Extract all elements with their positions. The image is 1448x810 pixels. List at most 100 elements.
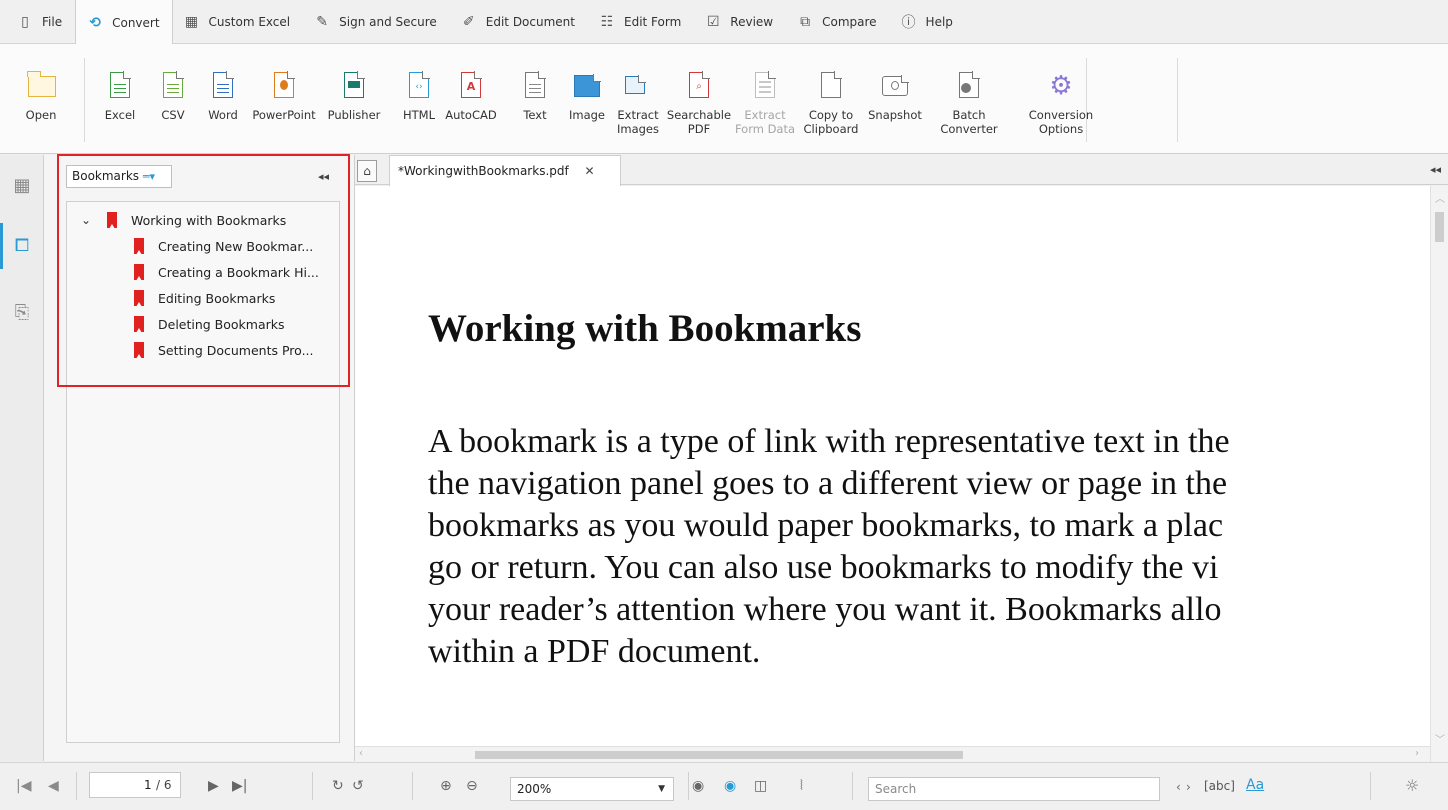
collapse-panel-icon[interactable]: ◂◂ xyxy=(318,170,329,183)
scrollbar-thumb[interactable] xyxy=(475,751,963,759)
autocad-icon: A xyxy=(458,71,484,100)
paragraph-line: the navigation panel goes to a different… xyxy=(428,465,1228,502)
extract-images-button[interactable]: Extract Images xyxy=(617,44,659,154)
menu-tab-label: Compare xyxy=(822,14,877,29)
bookmark-item[interactable]: Creating New Bookmar... xyxy=(134,235,313,257)
status-separator xyxy=(76,772,77,800)
thumbnails-icon[interactable]: ▦ xyxy=(10,173,34,199)
scroll-left-icon[interactable]: ‹ xyxy=(359,748,363,759)
previous-page-icon[interactable]: ◀ xyxy=(48,778,59,794)
panel-title: Bookmarks xyxy=(72,169,140,183)
rotate-counterclockwise-icon[interactable]: ↺ xyxy=(352,778,364,794)
autocad-button[interactable]: A AutoCAD xyxy=(445,44,497,154)
collapse-right-icon[interactable]: ◂◂ xyxy=(1430,163,1441,176)
bookmark-label: Setting Documents Pro... xyxy=(158,342,314,358)
html-button[interactable]: ‹› HTML xyxy=(403,44,435,154)
first-page-icon[interactable]: |◀ xyxy=(16,778,31,794)
grid-icon: ▦ xyxy=(184,13,199,30)
html-icon: ‹› xyxy=(406,71,432,100)
bookmark-item[interactable]: Creating a Bookmark Hi... xyxy=(134,261,319,283)
vertical-scrollbar[interactable]: ︿ ﹀ xyxy=(1430,186,1448,762)
bookmark-label: Working with Bookmarks xyxy=(131,212,287,228)
search-previous-icon[interactable]: ‹ xyxy=(1176,780,1181,794)
scroll-right-icon[interactable]: › xyxy=(1415,748,1419,759)
menu-tab-sign-secure[interactable]: ✎ Sign and Secure xyxy=(303,0,450,43)
zoom-out-icon[interactable]: ⊖ xyxy=(466,778,478,794)
searchable-pdf-button[interactable]: ⌕ Searchable PDF xyxy=(667,44,731,154)
menu-tab-convert[interactable]: ⟲ Convert xyxy=(75,0,173,45)
menu-tab-help[interactable]: ⓘ Help xyxy=(890,0,966,43)
search-input[interactable]: Search xyxy=(868,777,1160,801)
whole-word-icon[interactable]: [abc] xyxy=(1204,779,1235,793)
menu-tab-compare[interactable]: ⧉ Compare xyxy=(786,0,889,43)
menu-tab-edit-form[interactable]: ☷ Edit Form xyxy=(588,0,694,43)
csv-button[interactable]: CSV xyxy=(160,44,186,154)
image-button[interactable]: Image xyxy=(569,44,605,154)
rotate-clockwise-icon[interactable]: ↻ xyxy=(332,778,344,794)
page-number-field[interactable]: 1 / 6 xyxy=(89,772,181,798)
chevron-down-icon[interactable]: ⌄ xyxy=(81,213,93,227)
pen-icon: ✎ xyxy=(316,13,328,30)
paragraph-line: your reader’s attention where you want i… xyxy=(428,591,1222,628)
scrollbar-thumb[interactable] xyxy=(1435,212,1444,242)
conversion-options-button[interactable]: ⚙ Conversion Options xyxy=(1029,44,1093,154)
ribbon-separator xyxy=(1177,58,1178,142)
brightness-icon[interactable]: ☼ xyxy=(1405,776,1419,795)
word-button[interactable]: Word xyxy=(208,44,238,154)
extract-form-data-icon xyxy=(752,71,778,100)
copy-to-clipboard-button[interactable]: Copy to Clipboard xyxy=(804,44,858,154)
open-button[interactable]: Open xyxy=(26,44,56,154)
bookmark-item[interactable]: Editing Bookmarks xyxy=(134,287,275,309)
status-separator xyxy=(412,772,413,800)
powerpoint-button[interactable]: PowerPoint xyxy=(252,44,316,154)
bookmark-item[interactable]: Deleting Bookmarks xyxy=(134,313,285,335)
status-separator xyxy=(688,772,689,800)
horizontal-scrollbar[interactable]: ‹ › xyxy=(355,746,1430,762)
attachments-icon[interactable]: ⎘ xyxy=(10,300,34,326)
clipboard-icon xyxy=(818,71,844,100)
folder-icon xyxy=(27,71,56,100)
paragraph-line: A bookmark is a type of link with repres… xyxy=(428,423,1230,460)
zoom-select[interactable]: 200% ▼ xyxy=(510,777,674,801)
menu-tab-edit-document[interactable]: ✐ Edit Document xyxy=(450,0,588,43)
excel-icon xyxy=(107,71,133,100)
document-view[interactable]: Working with Bookmarks A bookmark is a t… xyxy=(355,186,1430,746)
close-icon[interactable]: ✕ xyxy=(585,164,595,178)
bookmark-icon xyxy=(134,290,144,307)
image-icon xyxy=(574,72,601,100)
bookmark-panel-icon[interactable]: ⧠ xyxy=(10,233,34,259)
excel-button[interactable]: Excel xyxy=(105,44,135,154)
bookmark-item-root[interactable]: ⌄ Working with Bookmarks xyxy=(81,209,286,231)
zoom-in-icon[interactable]: ⊕ xyxy=(440,778,452,794)
help-icon: ⓘ xyxy=(901,14,916,31)
text-button[interactable]: Text xyxy=(522,44,548,154)
bookmark-icon xyxy=(134,316,144,333)
match-case-icon[interactable]: Aa xyxy=(1246,777,1264,793)
menu-tab-review[interactable]: ☑ Review xyxy=(694,0,786,43)
document-tab[interactable]: *WorkingwithBookmarks.pdf ✕ xyxy=(389,155,621,186)
search-next-icon[interactable]: › xyxy=(1186,780,1191,794)
next-page-icon[interactable]: ▶ xyxy=(208,778,219,794)
bookmark-item[interactable]: Setting Documents Pro... xyxy=(134,339,314,361)
snapshot-button[interactable]: Snapshot xyxy=(868,44,922,154)
camera-icon xyxy=(882,72,909,100)
batch-converter-button[interactable]: Batch Converter xyxy=(940,44,998,154)
publisher-button[interactable]: Publisher xyxy=(328,44,380,154)
scroll-up-icon[interactable]: ︿ xyxy=(1435,190,1445,205)
home-icon[interactable]: ⌂ xyxy=(357,160,377,182)
view-mode-icon[interactable]: ◉ xyxy=(692,778,704,794)
last-page-icon[interactable]: ▶| xyxy=(232,778,247,794)
chevron-down-icon: ▼ xyxy=(658,784,665,794)
view-continuous-icon[interactable]: ◫ xyxy=(754,778,767,794)
status-separator xyxy=(852,772,853,800)
menu-tab-custom-excel[interactable]: ▦ Custom Excel xyxy=(173,0,304,43)
view-split-icon[interactable]: ⦚ xyxy=(800,778,803,794)
extract-form-data-button[interactable]: Extract Form Data xyxy=(735,44,795,154)
total-pages: / 6 xyxy=(156,778,172,792)
scroll-down-icon[interactable]: ﹀ xyxy=(1435,731,1445,746)
panel-selector-dropdown[interactable]: Bookmarks ═▾ xyxy=(66,165,172,188)
menu-tab-file[interactable]: ▯ File xyxy=(6,0,75,43)
ribbon-separator xyxy=(84,58,85,142)
view-mode-active-icon[interactable]: ◉ xyxy=(724,778,736,794)
bookmark-icon xyxy=(134,342,144,359)
